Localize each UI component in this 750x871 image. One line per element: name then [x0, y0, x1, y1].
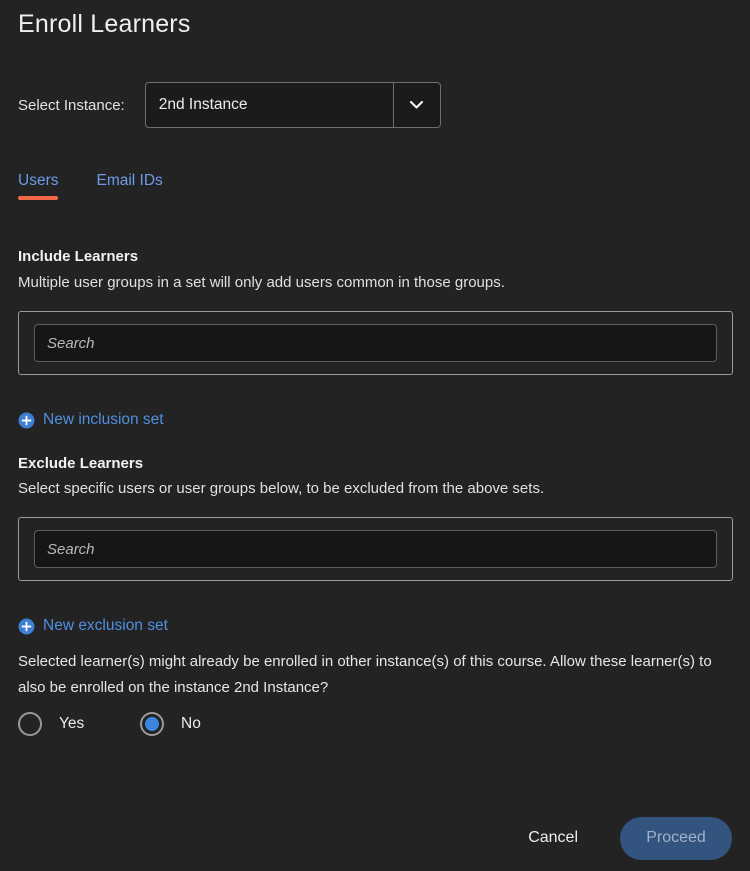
radio-label-yes: Yes — [59, 715, 85, 732]
include-learners-description: Multiple user groups in a set will only … — [18, 274, 505, 291]
select-instance-label: Select Instance: — [18, 96, 125, 114]
new-inclusion-set-label: New inclusion set — [43, 411, 164, 428]
plus-circle-icon — [18, 412, 35, 429]
new-exclusion-set-label: New exclusion set — [43, 617, 168, 634]
allow-enrollment-radio-group: Yes No — [18, 712, 201, 736]
chevron-down-icon — [410, 101, 424, 109]
include-learners-heading: Include Learners — [18, 248, 139, 265]
enroll-learners-dialog: Enroll Learners Select Instance: 2nd Ins… — [0, 0, 750, 871]
exclude-learners-heading: Exclude Learners — [18, 455, 144, 472]
tab-bar: Users Email IDs — [18, 172, 201, 200]
cancel-button[interactable]: Cancel — [514, 821, 592, 855]
proceed-button[interactable]: Proceed — [620, 816, 732, 860]
tab-active-indicator — [18, 196, 59, 200]
select-instance-row: Select Instance: 2nd Instance — [18, 82, 441, 128]
tab-users[interactable]: Users — [18, 172, 59, 200]
plus-circle-icon — [18, 618, 35, 635]
radio-option-yes[interactable]: Yes — [18, 712, 140, 736]
radio-circle-no — [140, 712, 164, 736]
radio-label-no: No — [181, 715, 201, 732]
new-inclusion-set-button[interactable]: New inclusion set — [18, 411, 164, 429]
radio-circle-yes — [18, 712, 42, 736]
enrollment-note: Selected learner(s) might already be enr… — [18, 653, 712, 696]
include-search-input[interactable] — [34, 324, 717, 362]
new-exclusion-set-button[interactable]: New exclusion set — [18, 617, 168, 635]
tab-email-ids[interactable]: Email IDs — [96, 172, 162, 200]
exclude-learners-description: Select specific users or user groups bel… — [18, 480, 545, 497]
tab-users-label: Users — [18, 172, 59, 189]
exclude-search-container — [18, 517, 733, 581]
instance-select-value: 2nd Instance — [158, 96, 248, 113]
instance-select[interactable]: 2nd Instance — [144, 82, 441, 128]
tab-email-ids-label: Email IDs — [96, 172, 163, 189]
radio-option-no[interactable]: No — [140, 712, 201, 736]
dialog-footer: Cancel Proceed — [0, 805, 750, 871]
exclude-search-input[interactable] — [34, 530, 717, 568]
include-search-container — [18, 311, 733, 375]
instance-select-arrow[interactable] — [392, 83, 440, 127]
page-title: Enroll Learners — [18, 10, 191, 38]
